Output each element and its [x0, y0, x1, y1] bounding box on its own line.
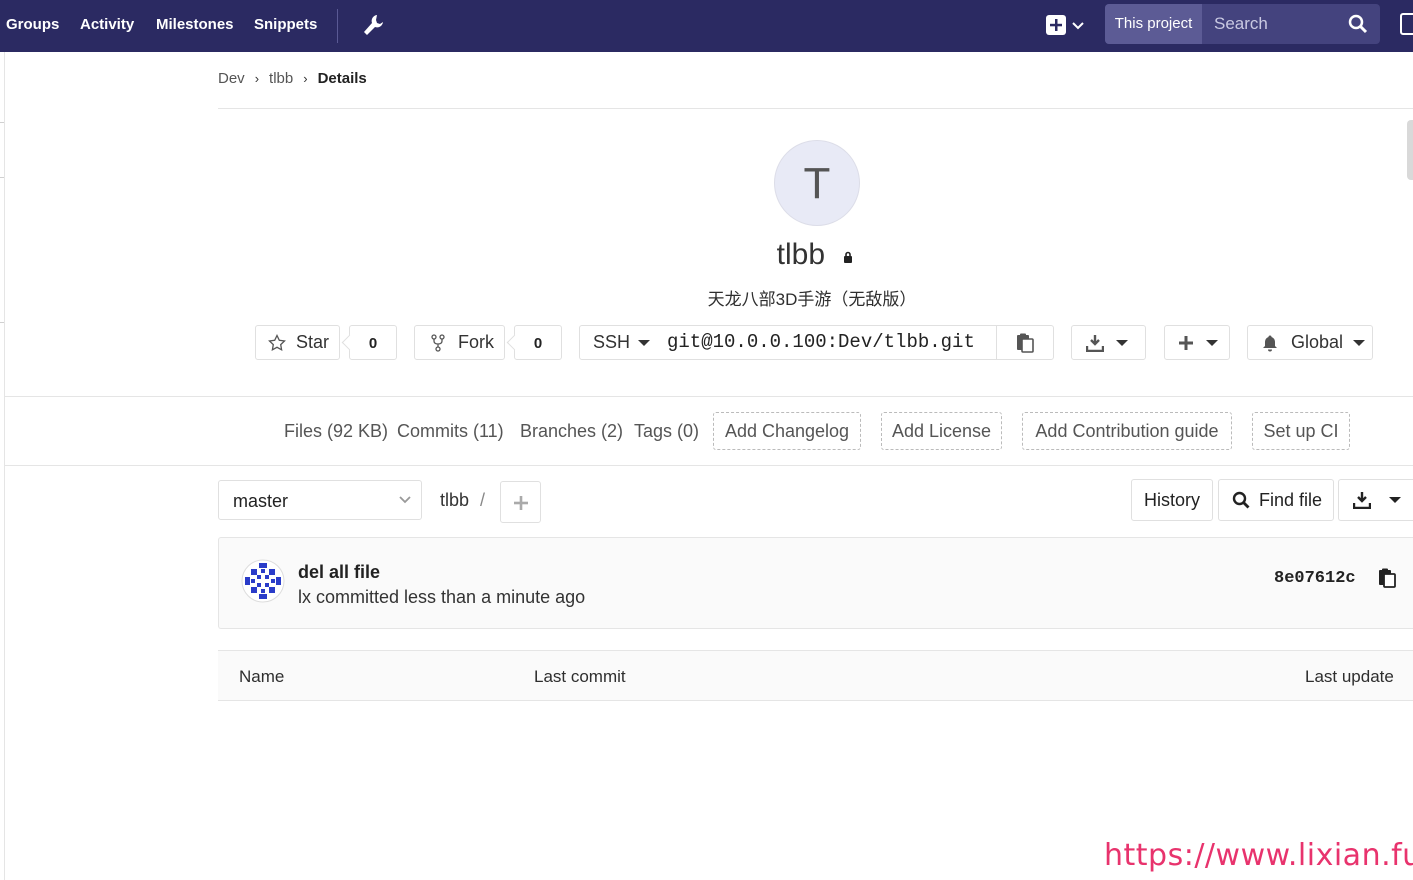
caret-down-icon — [1116, 339, 1128, 346]
sidebar-toggle-icon[interactable] — [1400, 13, 1413, 35]
file-table-header: Name Last commit Last update — [218, 650, 1413, 701]
branch-selector[interactable]: master — [218, 480, 422, 520]
nav-snippets[interactable]: Snippets — [254, 16, 317, 33]
breadcrumb-group[interactable]: Dev — [218, 70, 245, 87]
divider — [218, 108, 1413, 109]
tree-path-root[interactable]: tlbb — [440, 490, 469, 511]
search-icon[interactable] — [1348, 14, 1368, 34]
commit-title[interactable]: del all file — [298, 562, 380, 583]
star-label: Star — [296, 332, 330, 352]
add-changelog-button[interactable]: Add Changelog — [713, 412, 861, 450]
history-button[interactable]: History — [1131, 479, 1213, 521]
new-item-dropdown[interactable] — [1164, 325, 1230, 360]
column-name: Name — [239, 667, 285, 686]
star-button[interactable]: Star — [255, 325, 340, 360]
clone-url-field[interactable]: git@10.0.0.100:Dev/tlbb.git — [654, 325, 997, 360]
project-avatar: T — [774, 140, 860, 226]
tree-download-dropdown[interactable] — [1338, 479, 1413, 521]
stat-branches[interactable]: Branches (2) — [520, 421, 623, 442]
tree-path-separator: / — [480, 490, 486, 510]
chevron-down-icon — [399, 496, 411, 504]
download-icon — [1086, 334, 1104, 352]
fork-icon — [431, 333, 445, 352]
star-count[interactable]: 0 — [349, 325, 397, 360]
left-sidebar-edge — [0, 52, 5, 880]
caret-down-icon — [638, 339, 651, 346]
column-last-commit: Last commit — [534, 667, 626, 686]
notification-dropdown[interactable]: Global — [1247, 325, 1373, 360]
bell-icon — [1263, 335, 1277, 351]
add-contribution-guide-button[interactable]: Add Contribution guide — [1022, 412, 1232, 450]
last-commit-box: del all file lx committed less than a mi… — [218, 537, 1413, 629]
divider — [5, 465, 1413, 466]
commit-meta: lx committed less than a minute ago — [298, 587, 586, 607]
plus-icon — [513, 496, 528, 510]
search-scope-button[interactable]: This project — [1105, 4, 1202, 44]
caret-down-icon — [1353, 339, 1366, 346]
project-name: tlbb — [776, 238, 826, 271]
caret-down-icon — [1389, 497, 1401, 503]
breadcrumb-project[interactable]: tlbb — [269, 70, 293, 87]
branch-name: master — [233, 491, 289, 511]
nav-divider — [337, 9, 338, 43]
commit-sha[interactable]: 8e07612c — [1274, 569, 1356, 588]
divider — [5, 396, 1413, 397]
breadcrumb-chevron-icon: › — [303, 71, 308, 86]
nav-activity[interactable]: Activity — [80, 16, 134, 33]
clipboard-icon[interactable] — [1377, 568, 1397, 588]
breadcrumb-current[interactable]: Details — [318, 70, 367, 87]
project-description: 天龙八部3D手游（无敌版） — [707, 290, 917, 309]
plus-icon — [1179, 335, 1193, 350]
project-title: tlbb — [0, 238, 1413, 272]
fork-count[interactable]: 0 — [514, 325, 562, 360]
plus-square-icon — [1046, 15, 1084, 35]
fork-button[interactable]: Fork — [414, 325, 505, 360]
add-to-tree-button[interactable] — [500, 481, 541, 523]
add-license-button[interactable]: Add License — [881, 412, 1002, 450]
search-icon — [1232, 491, 1250, 509]
star-icon — [268, 333, 286, 351]
new-dropdown-button[interactable] — [1044, 12, 1090, 38]
watermark: https://www.lixian.fun — [1104, 838, 1413, 873]
breadcrumb-chevron-icon: › — [254, 71, 260, 86]
stat-commits[interactable]: Commits (11) — [397, 421, 504, 442]
column-last-update: Last update — [1305, 667, 1394, 686]
fork-label: Fork — [458, 332, 494, 352]
nav-milestones[interactable]: Milestones — [156, 16, 234, 33]
copy-url-button[interactable] — [996, 325, 1054, 360]
top-navbar: Groups Activity Milestones Snippets This… — [0, 0, 1413, 52]
nav-groups[interactable]: Groups — [6, 16, 59, 33]
wrench-icon[interactable] — [362, 13, 384, 37]
clipboard-icon — [1017, 333, 1034, 353]
stat-tags[interactable]: Tags (0) — [634, 421, 699, 442]
stat-files[interactable]: Files (92 KB) — [284, 421, 388, 442]
author-avatar[interactable] — [241, 559, 285, 603]
find-file-label: Find file — [1259, 489, 1323, 510]
caret-down-icon — [1206, 339, 1218, 346]
clone-protocol-label: SSH — [593, 332, 631, 352]
setup-ci-button[interactable]: Set up CI — [1252, 412, 1350, 450]
right-panel-edge — [1407, 120, 1413, 180]
download-icon — [1353, 492, 1371, 509]
clone-protocol-dropdown[interactable]: SSH — [579, 325, 655, 360]
search-box: This project — [1105, 4, 1380, 44]
search-input[interactable] — [1202, 4, 1342, 44]
download-dropdown[interactable] — [1071, 325, 1146, 360]
lock-icon — [844, 251, 853, 263]
notification-label: Global — [1291, 332, 1344, 352]
find-file-button[interactable]: Find file — [1218, 479, 1334, 521]
breadcrumb: Dev › tlbb › Details — [218, 70, 367, 87]
